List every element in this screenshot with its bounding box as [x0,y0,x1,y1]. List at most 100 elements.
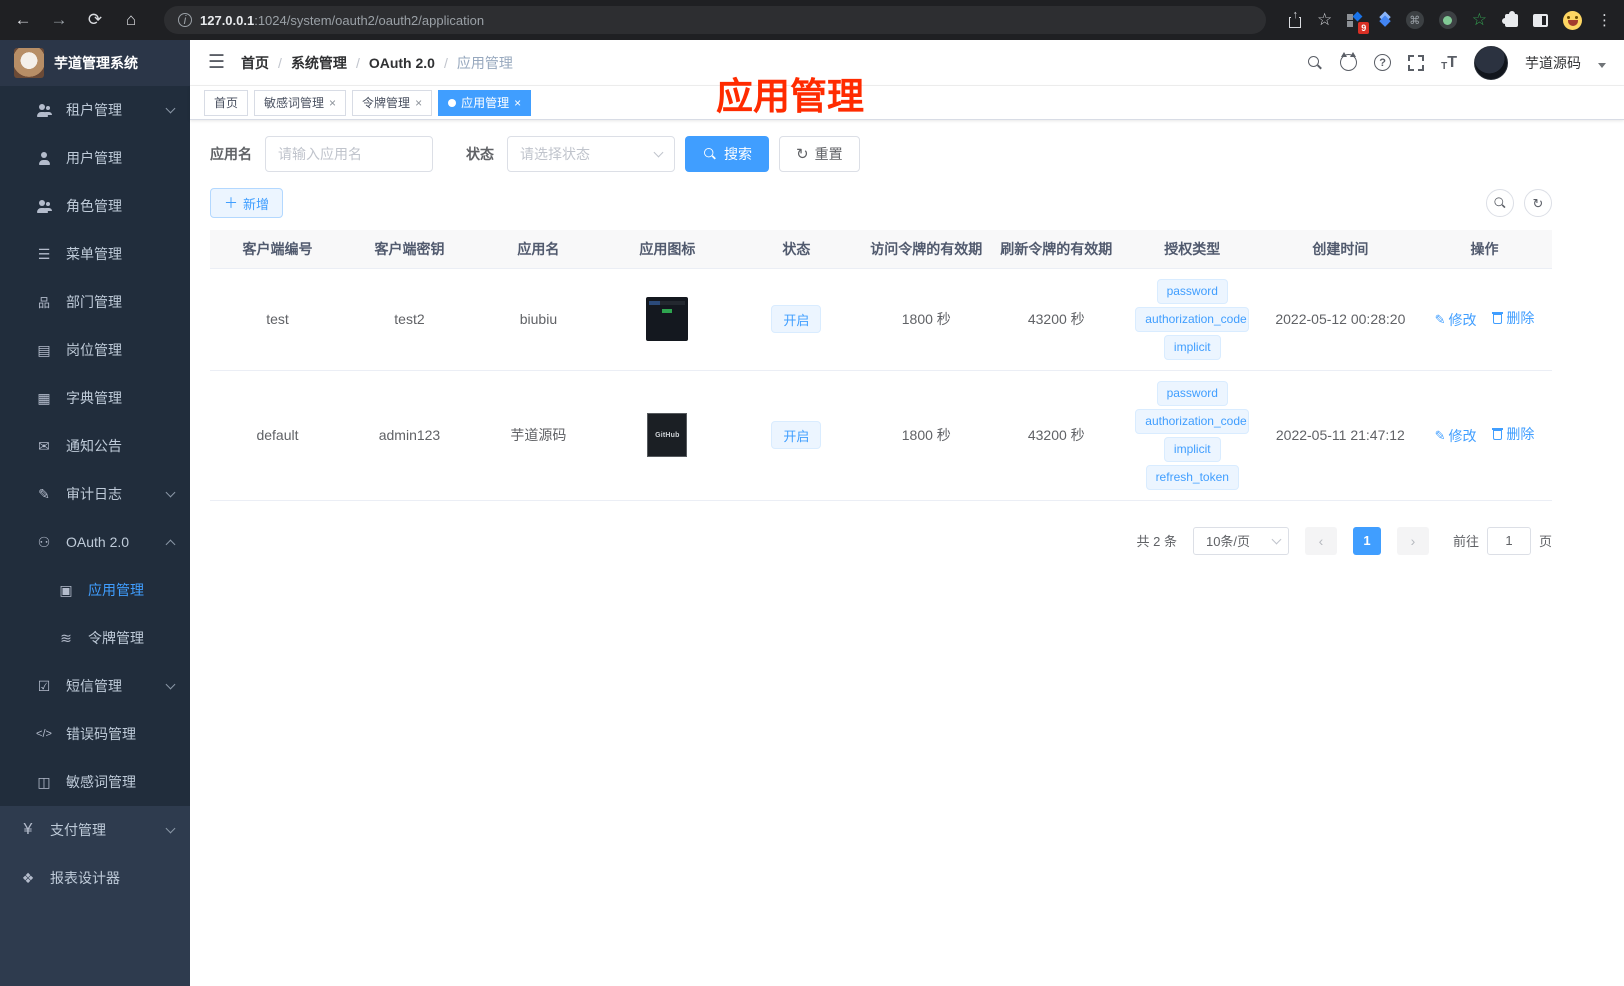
next-page-button[interactable]: › [1396,526,1429,555]
refresh-table-button[interactable]: ↻ [1524,189,1552,217]
github-icon[interactable] [1340,52,1358,71]
tab-application[interactable]: 应用管理 × [438,89,532,116]
search-button[interactable]: 搜索 [685,136,769,172]
split-view-icon[interactable] [1533,13,1548,27]
status-select[interactable]: 请选择状态 [507,136,675,172]
tab-home[interactable]: 首页 [204,89,249,116]
grant-tag: implicit [1163,436,1221,462]
user-avatar[interactable] [1474,45,1508,80]
extension-command-icon[interactable]: ⌘ [1405,11,1424,29]
page-size-select[interactable]: 10条/页 [1192,526,1289,555]
sidebar-item-department[interactable]: 品部门管理 [0,278,190,326]
status-label: 状态 [466,146,494,162]
sidebar-item-announcement[interactable]: ✉ 通知公告 [0,422,190,470]
extensions-puzzle-icon[interactable] [1502,10,1518,27]
sidebar-item-application[interactable]: ▣ 应用管理 [0,566,190,614]
app-name-cell: biubiu [473,267,603,371]
edit-link[interactable]: ✎ 修改 [1435,310,1477,330]
grant-types: password authorization_code implicit ref… [1125,380,1260,490]
extension-star-icon[interactable]: ☆ [1472,10,1487,30]
user-icon [36,151,52,165]
close-icon[interactable]: × [514,96,521,110]
site-info-icon[interactable]: i [178,13,192,27]
grant-tag: password [1156,380,1228,406]
applications-table: 客户端编号 客户端密钥 应用名 应用图标 状态 访问令牌的有效期 刷新令牌的有效… [210,230,1552,501]
extension-grid-icon[interactable]: 9 [1347,12,1370,34]
app-name-input[interactable] [265,136,433,172]
browser-menu-icon[interactable]: ⋮ [1597,11,1612,29]
delete-link[interactable]: 删除 [1492,308,1534,328]
sidebar-item-role[interactable]: 角色管理 [0,182,190,230]
shield-check-icon: ☑ [37,677,51,694]
browser-back-icon[interactable]: ← [12,10,34,30]
sidebar-item-error-code[interactable]: </> 错误码管理 [0,710,190,758]
help-icon[interactable]: ? [1374,54,1392,71]
sidebar-item-sms[interactable]: ☑ 短信管理 [0,662,190,710]
breadcrumb-system[interactable]: 系统管理 [291,53,347,73]
browser-reload-icon[interactable]: ⟳ [84,10,106,30]
breadcrumb-oauth2[interactable]: OAuth 2.0 [369,55,435,71]
tab-sensitive-word[interactable]: 敏感词管理 × [254,89,347,116]
refresh-token-ttl-cell: 43200 秒 [991,267,1121,371]
search-icon[interactable] [1307,55,1323,71]
browser-home-icon[interactable]: ⌂ [120,10,142,30]
add-button[interactable]: ＋新增 [210,188,284,218]
font-size-icon[interactable]: TT [1441,54,1457,72]
close-icon[interactable]: × [415,96,422,110]
client-id-cell: test [210,267,345,371]
sidebar-collapse-icon[interactable]: ☰ [208,51,225,74]
chevron-down-icon [653,147,664,158]
address-bar[interactable]: i 127.0.0.1:1024/system/oauth2/oauth2/ap… [164,6,1266,34]
trash-icon [1492,311,1504,325]
goto-page-input[interactable] [1486,526,1531,555]
profile-avatar-icon[interactable] [1563,10,1582,30]
sidebar-item-post[interactable]: ▤ 岗位管理 [0,326,190,374]
sidebar-item-sensitive-word[interactable]: ◫ 敏感词管理 [0,758,190,806]
refresh-icon: ↻ [1532,195,1544,211]
edit-link[interactable]: ✎ 修改 [1435,426,1477,446]
app-logo-bar[interactable]: 芋道管理系统 [0,40,190,86]
reset-button[interactable]: ↻ 重置 [779,136,860,172]
client-secret-cell: test2 [345,267,474,371]
app-name-label: 应用名 [210,146,252,162]
pagination: 共 2 条 10条/页 ‹ 1 › 前往 页 [210,526,1552,555]
search-icon [703,147,717,161]
extension-record-icon[interactable] [1438,11,1457,29]
app-icon-image [646,297,689,341]
breadcrumb-home[interactable]: 首页 [241,53,269,73]
sidebar-item-user[interactable]: 用户管理 [0,134,190,182]
access-token-ttl-cell: 1800 秒 [860,370,992,501]
sidebar-item-token[interactable]: ≋ 令牌管理 [0,614,190,662]
report-designer-icon: ❖ [21,869,35,886]
sidebar-item-tenant[interactable]: 租户管理 [0,86,190,134]
delete-link[interactable]: 删除 [1492,424,1534,444]
users-icon [36,199,52,213]
browser-forward-icon[interactable]: → [48,10,70,30]
page-number-button[interactable]: 1 [1352,526,1381,555]
sidebar-item-report-designer[interactable]: ❖ 报表设计器 [0,854,190,902]
goto-label: 前往 [1452,534,1479,549]
sidebar-item-payment[interactable]: ¥ 支付管理 [0,806,190,854]
bookmark-star-icon[interactable]: ☆ [1317,10,1332,30]
active-dot-icon [448,98,457,107]
fullscreen-icon[interactable] [1408,54,1425,71]
tab-token[interactable]: 令牌管理 × [352,89,433,116]
refresh-token-ttl-cell: 43200 秒 [991,370,1121,501]
sidebar-item-dictionary[interactable]: ▦ 字典管理 [0,374,190,422]
toggle-search-button[interactable] [1486,189,1514,217]
sidebar-item-menu[interactable]: ☰ 菜单管理 [0,230,190,278]
sidebar-item-audit-log[interactable]: ✎ 审计日志 [0,470,190,518]
access-token-ttl-cell: 1800 秒 [860,267,992,371]
extension-gem-icon[interactable]: ◆ [1379,11,1391,29]
signal-icon: ≋ [60,629,72,646]
sidebar-item-oauth2[interactable]: ⚇ OAuth 2.0 [0,518,190,566]
username[interactable]: 芋道源码 [1525,53,1581,73]
dictionary-book-icon: ▦ [37,389,51,406]
org-chart-icon: 品 [37,295,50,310]
prev-page-button[interactable]: ‹ [1304,526,1337,555]
message-bubble-icon: ✉ [38,437,50,454]
share-icon[interactable] [1288,8,1302,28]
page-tabs-bar: 首页 敏感词管理 × 令牌管理 × 应用管理 × [190,86,1624,120]
user-menu-caret-icon[interactable] [1598,63,1606,68]
close-icon[interactable]: × [329,96,336,110]
